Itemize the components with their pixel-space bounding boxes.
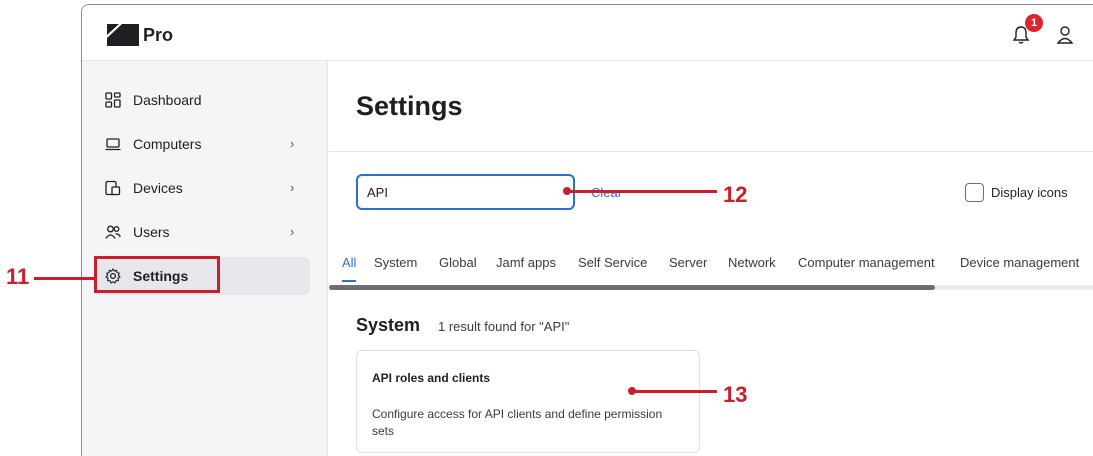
callout-highlight-box (94, 256, 220, 293)
sidebar-item-devices[interactable]: Devices › (94, 169, 310, 207)
result-card-api-roles[interactable]: API roles and clients Configure access f… (356, 350, 700, 453)
tab-network[interactable]: Network (728, 255, 776, 270)
header-divider (329, 151, 1093, 152)
tab-server[interactable]: Server (669, 255, 707, 270)
sidebar-item-label: Devices (133, 180, 183, 196)
app-title: Pro (143, 25, 174, 45)
tab-system[interactable]: System (374, 255, 417, 270)
sidebar-item-label: Computers (133, 136, 202, 152)
card-title: API roles and clients (372, 371, 491, 385)
notification-badge: 1 (1025, 14, 1043, 32)
callout-line-12 (567, 190, 717, 193)
tab-global[interactable]: Global (439, 255, 477, 270)
chevron-right-icon: › (290, 180, 295, 195)
results-count: 1 result found for "API" (438, 319, 570, 334)
sidebar-item-label: Users (133, 224, 170, 240)
top-bar: Pro 1 (82, 5, 1093, 61)
sidebar-item-label: Dashboard (133, 92, 202, 108)
search-input[interactable] (356, 174, 575, 210)
tab-device-management[interactable]: Device management (960, 255, 1079, 270)
sidebar-item-users[interactable]: Users › (94, 213, 310, 251)
devices-icon (105, 180, 121, 196)
sidebar-item-computers[interactable]: Computers › (94, 125, 310, 163)
chevron-right-icon: › (290, 136, 295, 151)
page-title: Settings (356, 91, 463, 121)
callout-line-11 (34, 277, 94, 280)
app-window: Pro 1 Dashboard Computers › Devices › Us… (81, 4, 1093, 456)
display-icons-checkbox[interactable] (965, 183, 984, 202)
tabs-scrollbar-thumb[interactable] (329, 285, 935, 290)
active-tab-indicator (342, 280, 356, 282)
users-icon (105, 225, 121, 239)
logo-icon (107, 24, 139, 46)
callout-line-13 (632, 390, 717, 393)
tab-all[interactable]: All (342, 255, 356, 270)
results-section-heading: System (356, 315, 421, 335)
laptop-icon (105, 138, 121, 151)
tab-jamf-apps[interactable]: Jamf apps (496, 255, 556, 270)
main-content: Settings Clear Display icons All System … (329, 61, 1093, 456)
callout-number-13: 13 (723, 382, 748, 407)
tab-computer-management[interactable]: Computer management (798, 255, 935, 270)
chevron-right-icon: › (290, 224, 295, 239)
sidebar-item-dashboard[interactable]: Dashboard (94, 81, 310, 119)
dashboard-icon (105, 92, 121, 108)
callout-number-12: 12 (723, 182, 748, 207)
display-icons-label: Display icons (991, 185, 1068, 200)
card-description: Configure access for API clients and def… (372, 407, 663, 438)
callout-number-11: 11 (6, 264, 30, 289)
tab-self-service[interactable]: Self Service (578, 255, 647, 270)
user-account-icon[interactable] (1056, 25, 1074, 45)
